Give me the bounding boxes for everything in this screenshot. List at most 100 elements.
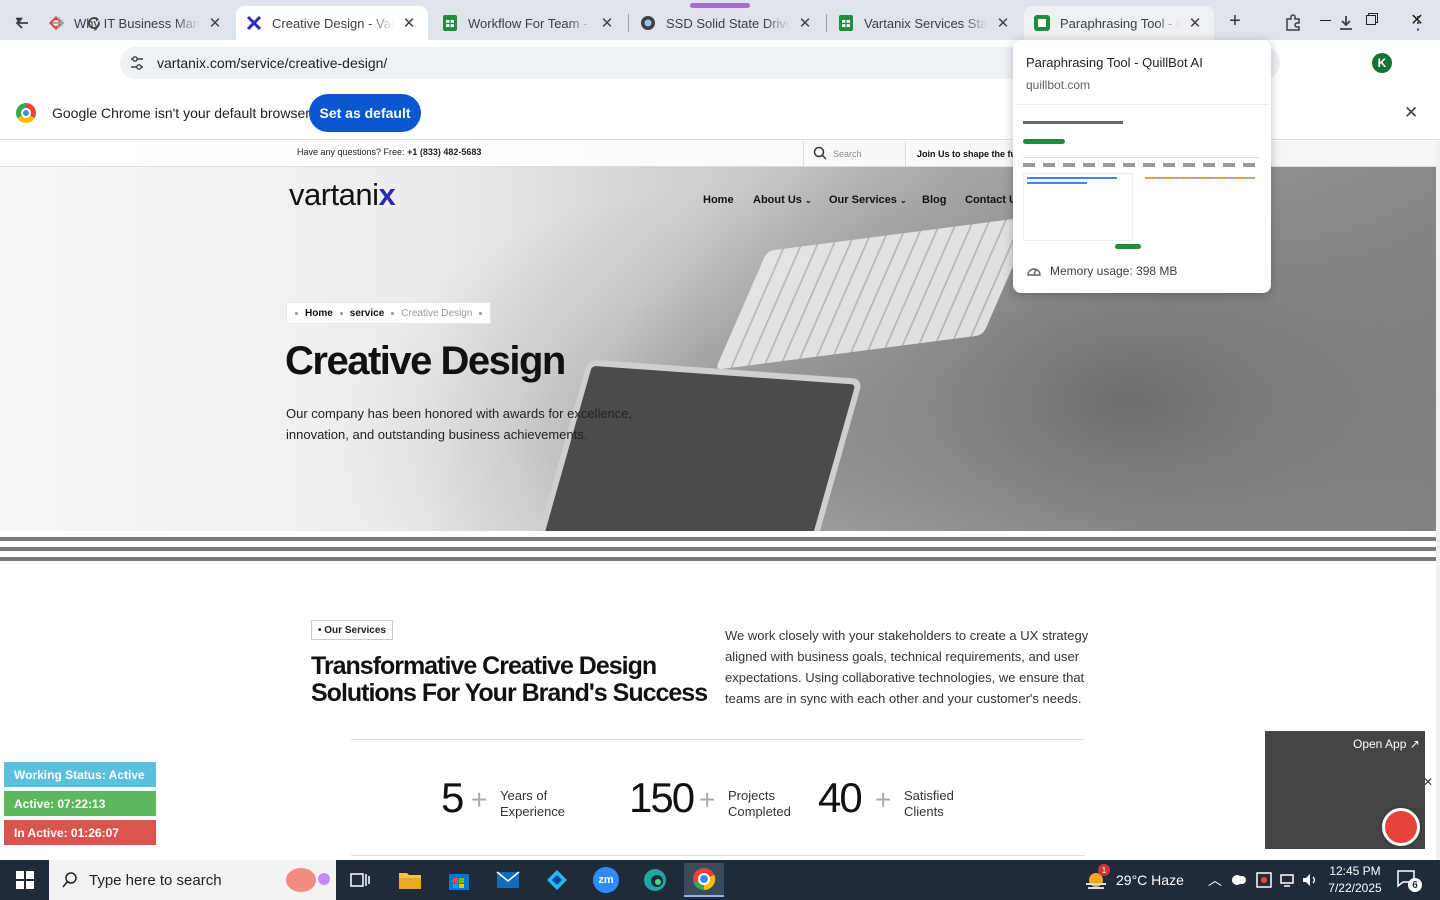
zoom-button[interactable]: zm bbox=[586, 863, 626, 897]
hero-title: Creative Design bbox=[285, 339, 566, 383]
notification-count: 6 bbox=[1408, 878, 1422, 892]
file-explorer-button[interactable] bbox=[390, 863, 430, 897]
network-icon[interactable] bbox=[1279, 872, 1295, 891]
nav-home[interactable]: Home bbox=[703, 194, 734, 206]
tab-creative-design[interactable]: Creative Design - Vartan ✕ bbox=[236, 6, 428, 40]
clock-time: 12:45 PM bbox=[1329, 864, 1381, 878]
chevron-up-icon[interactable]: ︿ bbox=[1208, 870, 1222, 890]
app-diamond-button[interactable] bbox=[537, 863, 577, 897]
nav-contact-us[interactable]: Contact U bbox=[965, 194, 1017, 206]
services-tag: • Our Services bbox=[311, 620, 393, 640]
quillbot-favicon-icon bbox=[1034, 15, 1050, 31]
search-highlight-icon bbox=[286, 868, 330, 892]
services-description: We work closely with your stakeholders t… bbox=[725, 628, 1089, 706]
reload-button[interactable] bbox=[79, 8, 109, 38]
taskbar-search-box[interactable]: Type here to search bbox=[49, 860, 336, 900]
url-text[interactable]: vartanix.com/service/creative-design/ bbox=[157, 55, 387, 71]
nav-about-us[interactable]: About Us ⌄ bbox=[753, 194, 812, 206]
chevron-down-icon: ⌄ bbox=[804, 196, 812, 205]
new-tab-button[interactable]: + bbox=[1222, 8, 1248, 34]
join-us-text: Join Us to shape the fut bbox=[917, 149, 1020, 159]
site-search-input[interactable]: Search bbox=[833, 149, 862, 159]
chrome-logo-icon bbox=[16, 103, 36, 123]
logo-x-mark: x bbox=[378, 177, 396, 212]
recording-indicator bbox=[690, 3, 750, 8]
set-default-button[interactable]: Set as default bbox=[309, 94, 421, 132]
back-button[interactable] bbox=[7, 8, 37, 38]
start-button[interactable] bbox=[4, 863, 46, 897]
close-icon[interactable]: ✕ bbox=[994, 14, 1012, 32]
windows-logo-icon bbox=[16, 871, 34, 889]
hero-description: Our company has been honored with awards… bbox=[286, 406, 633, 442]
hover-card-memory: Memory usage: 398 MB bbox=[1050, 264, 1178, 278]
widget-close-icon[interactable]: ✕ bbox=[1423, 775, 1433, 789]
breadcrumb-dot bbox=[339, 311, 343, 315]
nav-blog[interactable]: Blog bbox=[922, 194, 946, 206]
stat-years-number: 5 bbox=[441, 774, 464, 821]
notification-center-button[interactable]: 6 bbox=[1396, 868, 1422, 892]
breadcrumb-service[interactable]: service bbox=[350, 308, 384, 319]
breadcrumb-home[interactable]: Home bbox=[305, 308, 333, 319]
task-view-icon bbox=[350, 873, 370, 887]
nav-our-services[interactable]: Our Services ⌄ bbox=[829, 194, 907, 206]
sheets-favicon-icon bbox=[442, 15, 458, 31]
tab-paraphrasing-tool[interactable]: Paraphrasing Tool - Qui ✕ bbox=[1024, 6, 1214, 40]
mail-icon bbox=[496, 871, 520, 888]
tab-workflow-for-team[interactable]: Workflow For Team - Go ✕ bbox=[432, 6, 626, 40]
extensions-button[interactable] bbox=[1278, 8, 1308, 38]
divider bbox=[351, 855, 1085, 856]
site-info-icon[interactable] bbox=[128, 54, 146, 72]
mail-button[interactable] bbox=[488, 863, 528, 897]
onedrive-icon[interactable] bbox=[1230, 872, 1248, 889]
tab-title: SSD Solid State Drive Pr bbox=[666, 15, 790, 31]
puzzle-icon bbox=[1286, 14, 1300, 31]
ssd-favicon-icon bbox=[640, 15, 656, 31]
chat-bubble-icon[interactable] bbox=[1382, 808, 1420, 846]
tab-ssd-solid-state[interactable]: SSD Solid State Drive Pr ✕ bbox=[630, 6, 824, 40]
inactive-time: In Active: 01:26:07 bbox=[4, 820, 156, 845]
open-app-button[interactable]: Open App ↗ bbox=[1353, 737, 1420, 751]
chevron-down-icon: ⌄ bbox=[899, 196, 907, 205]
weather-icon[interactable]: 1 bbox=[1084, 864, 1110, 890]
restore-icon bbox=[1366, 15, 1376, 25]
close-icon[interactable]: ✕ bbox=[1186, 14, 1204, 32]
diamond-app-icon bbox=[547, 870, 567, 890]
weather-text[interactable]: 29°C Haze bbox=[1116, 872, 1184, 888]
tray-app-icon[interactable] bbox=[1256, 872, 1272, 891]
breadcrumb-dot bbox=[391, 311, 395, 315]
chrome-menu-button[interactable]: ⋮ bbox=[1403, 8, 1433, 38]
chrome-taskbar-button[interactable] bbox=[684, 863, 724, 897]
kebab-menu-icon: ⋮ bbox=[1409, 12, 1427, 33]
forward-button[interactable] bbox=[43, 8, 73, 38]
download-icon bbox=[1340, 16, 1352, 30]
stat-plus: + bbox=[875, 784, 892, 815]
infobar-message: Google Chrome isn't your default browser bbox=[52, 105, 310, 121]
vartanix-logo[interactable]: vartanix bbox=[289, 177, 396, 213]
downloads-button[interactable] bbox=[1331, 8, 1361, 38]
close-icon[interactable]: ✕ bbox=[598, 14, 616, 32]
close-icon[interactable]: ✕ bbox=[400, 14, 418, 32]
back-arrow-icon bbox=[15, 17, 28, 29]
sheets-favicon-icon bbox=[838, 15, 854, 31]
site-search-divider bbox=[803, 141, 804, 167]
edge-button[interactable] bbox=[635, 863, 675, 897]
task-view-button[interactable] bbox=[340, 863, 380, 897]
minimize-icon bbox=[1319, 19, 1331, 21]
clock[interactable]: 12:45 PM 7/22/2025 bbox=[1325, 863, 1385, 897]
hover-card-thumbnail bbox=[1015, 104, 1269, 250]
forward-arrow-icon bbox=[52, 17, 65, 29]
tablet-image bbox=[537, 359, 863, 559]
microsoft-store-button[interactable] bbox=[439, 863, 479, 897]
phone-number[interactable]: +1 (833) 482-5683 bbox=[407, 147, 481, 157]
site-search-icon[interactable] bbox=[813, 146, 827, 165]
close-icon[interactable]: ✕ bbox=[206, 14, 224, 32]
profile-avatar[interactable]: K bbox=[1372, 53, 1392, 73]
volume-icon[interactable] bbox=[1301, 872, 1319, 891]
stat-projects-label: Projects Completed bbox=[728, 788, 791, 819]
hero-stripes bbox=[0, 531, 1436, 567]
hover-card-domain: quillbot.com bbox=[1026, 78, 1091, 92]
tab-vartanix-services-stack[interactable]: Vartanix Services Stack ✕ bbox=[828, 6, 1022, 40]
close-icon[interactable]: ✕ bbox=[796, 14, 814, 32]
page-scrollbar[interactable] bbox=[1436, 141, 1440, 860]
infobar-close-button[interactable]: ✕ bbox=[1404, 103, 1418, 123]
